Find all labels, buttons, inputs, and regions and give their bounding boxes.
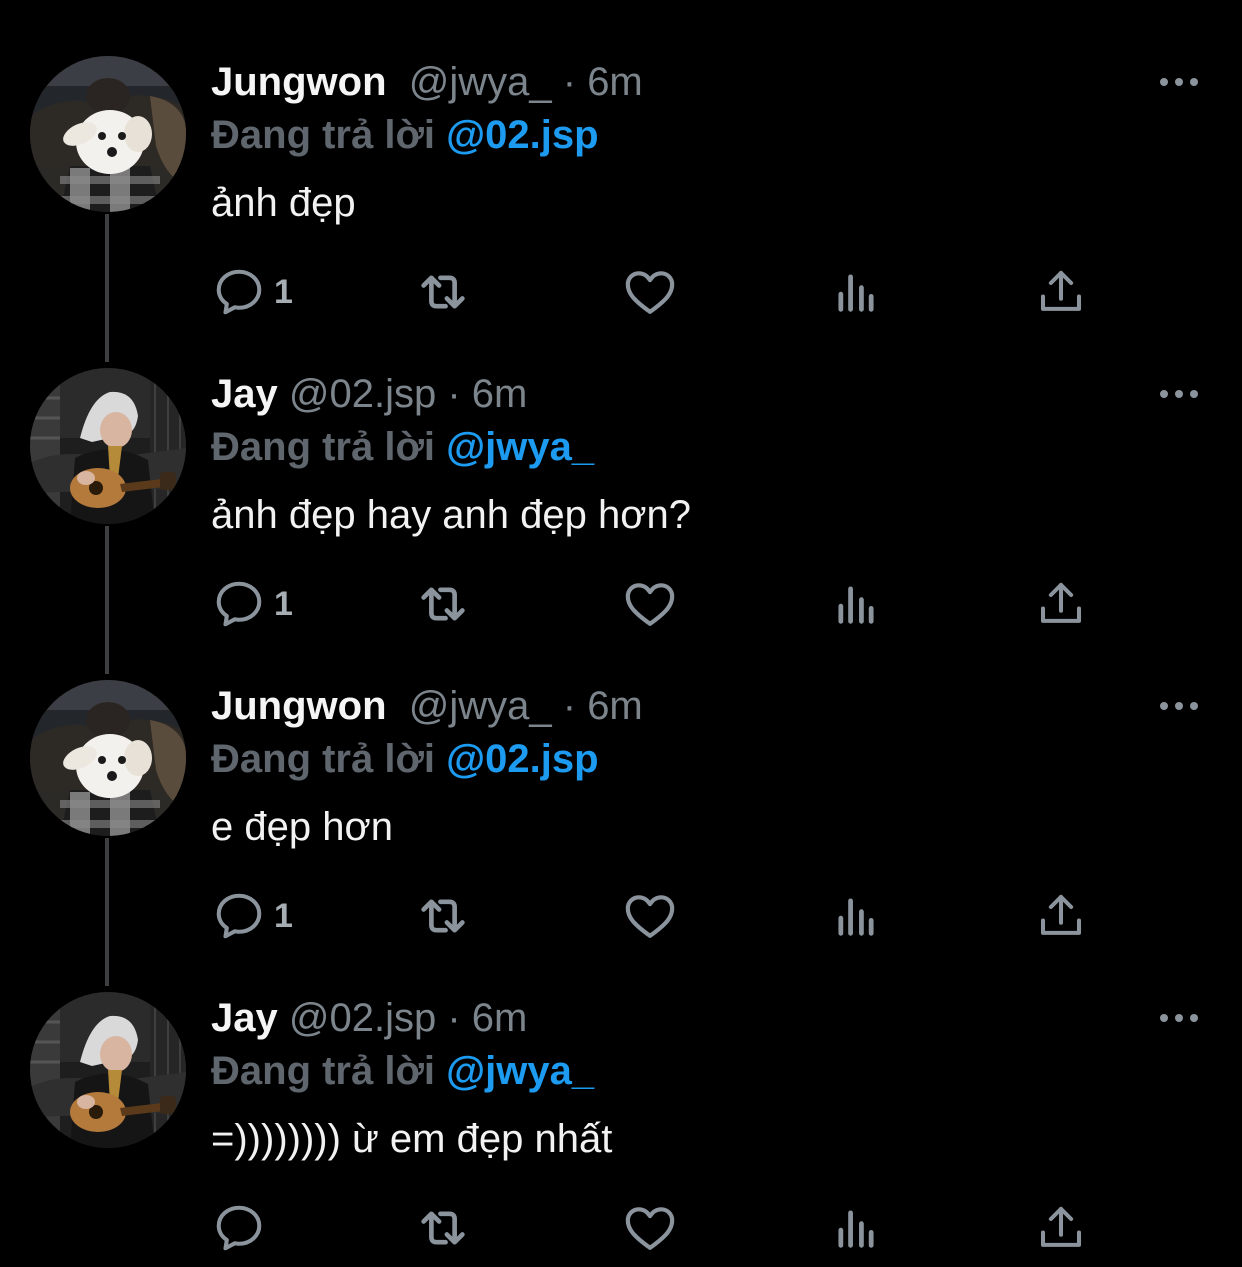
timestamp[interactable]: 6m xyxy=(587,60,643,104)
views-icon xyxy=(830,890,882,942)
replying-to: Đang trả lời @jwya_ xyxy=(211,1047,594,1095)
more-icon[interactable] xyxy=(1154,1006,1204,1030)
author-name[interactable]: Jungwon xyxy=(211,60,387,104)
retweet-icon xyxy=(412,1197,474,1259)
tweet[interactable]: Jungwon @jwya_ · 6m Đang trả lời @02.jsp… xyxy=(0,0,1242,362)
reply-count: 1 xyxy=(274,584,293,623)
avatar-dog[interactable] xyxy=(30,680,186,836)
share-button[interactable] xyxy=(1034,1198,1088,1258)
author-handle[interactable]: @02.jsp xyxy=(289,996,436,1040)
separator-dot: · xyxy=(551,60,588,104)
replying-to: Đang trả lời @02.jsp xyxy=(211,111,599,159)
reply-icon xyxy=(212,577,266,631)
tweet[interactable]: Jay @02.jsp · 6m Đang trả lời @jwya_ ảnh… xyxy=(0,312,1242,674)
tweet-text: e đẹp hơn xyxy=(211,805,393,849)
share-icon xyxy=(1034,1201,1088,1255)
avatar-guitar[interactable] xyxy=(30,368,186,524)
avatar-dog[interactable] xyxy=(30,56,186,212)
mention-link[interactable]: @jwya_ xyxy=(446,1049,594,1093)
tweet-text: ảnh đẹp xyxy=(211,181,356,225)
views-icon xyxy=(830,1202,882,1254)
tweet-header: Jungwon @jwya_ · 6m xyxy=(211,682,643,730)
views-icon xyxy=(830,266,882,318)
reply-icon xyxy=(212,889,266,943)
reply-count: 1 xyxy=(274,896,293,935)
tweet[interactable]: Jay @02.jsp · 6m Đang trả lời @jwya_ =))… xyxy=(0,936,1242,1248)
views-icon xyxy=(830,578,882,630)
author-name[interactable]: Jay xyxy=(211,372,278,416)
reply-icon xyxy=(212,265,266,319)
author-handle[interactable]: @jwya_ xyxy=(409,684,552,728)
author-handle[interactable]: @02.jsp xyxy=(289,372,436,416)
separator-dot: · xyxy=(436,372,472,416)
tweet-header: Jay @02.jsp · 6m xyxy=(211,370,527,418)
more-icon[interactable] xyxy=(1154,382,1204,406)
avatar-guitar[interactable] xyxy=(30,992,186,1148)
more-icon[interactable] xyxy=(1154,694,1204,718)
tweet-header: Jungwon @jwya_ · 6m xyxy=(211,58,643,106)
share-icon xyxy=(1034,889,1088,943)
retweet-button[interactable] xyxy=(412,1198,474,1258)
reply-button[interactable] xyxy=(212,1198,266,1258)
like-icon xyxy=(622,1200,678,1256)
mention-link[interactable]: @02.jsp xyxy=(446,113,598,157)
timestamp[interactable]: 6m xyxy=(472,372,528,416)
tweet-text: ảnh đẹp hay anh đẹp hơn? xyxy=(211,493,691,537)
views-button[interactable] xyxy=(830,1198,882,1258)
share-icon xyxy=(1034,577,1088,631)
replying-to: Đang trả lời @02.jsp xyxy=(211,735,599,783)
replying-label: Đang trả lời xyxy=(211,737,447,781)
mention-link[interactable]: @02.jsp xyxy=(446,737,598,781)
replying-label: Đang trả lời xyxy=(211,425,447,469)
author-name[interactable]: Jay xyxy=(211,996,278,1040)
separator-dot: · xyxy=(551,684,588,728)
separator-dot: · xyxy=(436,996,472,1040)
replying-label: Đang trả lời xyxy=(211,1049,447,1093)
share-icon xyxy=(1034,265,1088,319)
like-button[interactable] xyxy=(622,1198,678,1258)
tweet-actions xyxy=(0,1198,1242,1262)
timestamp[interactable]: 6m xyxy=(472,996,528,1040)
timestamp[interactable]: 6m xyxy=(587,684,643,728)
author-handle[interactable]: @jwya_ xyxy=(409,60,552,104)
tweet[interactable]: Jungwon @jwya_ · 6m Đang trả lời @02.jsp… xyxy=(0,624,1242,986)
replying-label: Đang trả lời xyxy=(211,113,447,157)
tweet-header: Jay @02.jsp · 6m xyxy=(211,994,527,1042)
reply-icon xyxy=(212,1201,266,1255)
tweet-text: =)))))))) ừ em đẹp nhất xyxy=(211,1117,613,1161)
more-icon[interactable] xyxy=(1154,70,1204,94)
reply-count: 1 xyxy=(274,272,293,311)
replying-to: Đang trả lời @jwya_ xyxy=(211,423,594,471)
author-name[interactable]: Jungwon xyxy=(211,684,387,728)
mention-link[interactable]: @jwya_ xyxy=(446,425,594,469)
